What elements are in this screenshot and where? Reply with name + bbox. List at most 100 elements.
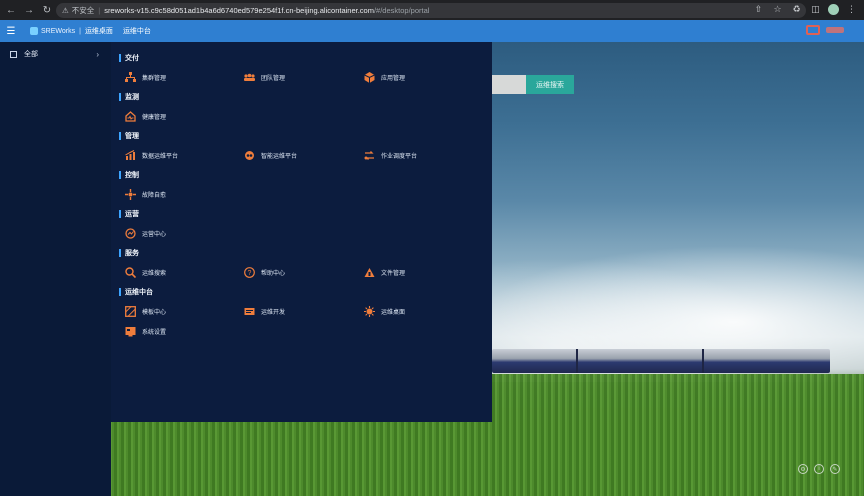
header-right [806,25,844,35]
menu-item-ops-search[interactable]: 运维搜索 [125,259,166,285]
group-bar [119,248,121,257]
menu-item-settings[interactable]: 系统设置 [125,318,166,344]
reload-icon[interactable]: ↻ [40,3,54,17]
settings-icon [125,326,136,337]
user-menu[interactable] [826,27,844,33]
grid-icon [10,50,17,58]
group-title-label: 运维中台 [125,288,153,296]
url-separator: | [98,6,101,15]
brand-name[interactable]: SREWorks [41,28,75,35]
help-icon: ? [244,266,255,278]
url-path: /#/desktop/portal [373,6,430,15]
category-flyout-menu: 交付 集群管理 团队管理 应用管理 监测 健康管理 管理 数据运维平台 智能运维… [111,42,492,422]
chevron-right-icon: › [96,49,99,59]
corner-tools: ⚙ i ✎ [798,464,840,474]
search-icon [125,266,136,278]
group-title-label: 控制 [125,171,139,179]
browser-actions: ⇧ ☆ ♻ ◫ ⋮ [752,3,858,16]
edit-icon[interactable]: ✎ [830,464,840,474]
brand-separator: | [79,27,81,35]
background-train [492,349,830,373]
menu-item-help[interactable]: ? 帮助中心 [244,259,285,285]
group-bar [119,287,121,296]
health-icon [125,110,136,122]
sidebar-item-label: 全部 [24,51,38,58]
menu-item-label: 智能运维平台 [261,153,298,160]
app-header: ☰ SREWorks | 运维桌面 运维中台 [0,20,864,42]
menu-item-aiops[interactable]: 智能运维平台 [244,142,297,168]
group-title-label: 服务 [125,249,139,257]
menu-item-label: 数据运维平台 [142,153,179,160]
svg-text:?: ? [248,270,252,277]
menu-item-operations[interactable]: 运营中心 [125,220,166,246]
devops-icon [244,306,255,317]
menu-item-label: 健康管理 [142,114,167,121]
menu-item-label: 运维搜索 [142,270,167,277]
menu-item-job-schedule[interactable]: 作业调度平台 [364,142,417,168]
hamburger-menu-icon[interactable]: ☰ [0,20,22,42]
menu-item-data-ops[interactable]: 数据运维平台 [125,142,178,168]
cluster-icon [125,71,136,83]
sidepanel-icon[interactable]: ◫ [809,3,822,16]
profile-avatar[interactable] [828,4,839,15]
menu-item-label: 故障自愈 [142,192,167,199]
group-title-label: 管理 [125,132,139,140]
menu-item-label: 应用管理 [381,75,406,82]
group-title-label: 监测 [125,93,139,101]
menu-item-label: 文件管理 [381,270,406,277]
menu-item-health[interactable]: 健康管理 [125,103,166,129]
bookmark-star-icon[interactable]: ☆ [771,3,784,16]
sreworks-logo-icon [30,27,38,35]
menu-item-self-heal[interactable]: 故障自愈 [125,181,166,207]
group-title-monitor: 监测 [111,90,492,103]
sidebar-item-all[interactable]: 全部 › [0,42,111,66]
group-bar [119,131,121,140]
team-icon [244,72,255,83]
menu-item-app[interactable]: 应用管理 [364,64,405,90]
menu-item-desktop[interactable]: 运维桌面 [364,298,405,324]
menu-item-label: 作业调度平台 [381,153,418,160]
menu-item-file[interactable]: 文件管理 [364,259,405,285]
group-bar [119,209,121,218]
nav-link-platform[interactable]: 运维中台 [123,26,151,36]
menu-item-cluster[interactable]: 集群管理 [125,64,166,90]
security-label: 不安全 [71,6,95,15]
menu-item-label: 运营中心 [142,231,167,238]
menu-item-team[interactable]: 团队管理 [244,64,285,90]
more-menu-icon[interactable]: ⋮ [845,3,858,16]
settings-icon[interactable]: ⚙ [798,464,808,474]
share-icon[interactable]: ⇧ [752,3,765,16]
search-button[interactable]: 运维搜索 [526,75,574,94]
group-bar [119,53,121,62]
back-icon[interactable]: ← [4,3,18,17]
url-host: sreworks-v15.c9c58d051ad1b4a6d6740ed579e… [104,6,374,15]
brand-nav: SREWorks | 运维桌面 运维中台 [30,26,161,36]
desktop-icon [364,305,375,317]
app-icon [364,71,375,83]
group-title-control: 控制 [111,168,492,181]
group-title-manage: 管理 [111,129,492,142]
data-ops-icon [125,149,136,161]
menu-item-label: 帮助中心 [261,270,286,277]
menu-item-label: 集群管理 [142,75,167,82]
browser-toolbar: ← → ↻ ⚠ 不安全 | sreworks-v15.c9c58d051ad1b… [0,0,864,20]
group-bar [119,92,121,101]
info-icon[interactable]: i [814,464,824,474]
menu-item-devops[interactable]: 运维开发 [244,298,285,324]
group-title-label: 交付 [125,54,139,62]
group-bar [119,170,121,179]
job-schedule-icon [364,150,375,161]
group-title-ops-platform: 运维中台 [111,285,492,298]
nav-link-desktop[interactable]: 运维桌面 [85,26,113,36]
forward-icon[interactable]: → [22,3,36,17]
menu-item-label: 模板中心 [142,309,167,316]
warning-icon: ⚠ [62,6,69,15]
extensions-icon[interactable]: ♻ [790,3,803,16]
file-icon [364,267,375,278]
aiops-icon [244,150,255,161]
address-bar[interactable]: ⚠ 不安全 | sreworks-v15.c9c58d051ad1b4a6d67… [56,3,806,18]
group-title-operation: 运营 [111,207,492,220]
menu-item-label: 系统设置 [142,329,167,336]
group-title-label: 运营 [125,210,139,218]
operations-icon [125,227,136,239]
